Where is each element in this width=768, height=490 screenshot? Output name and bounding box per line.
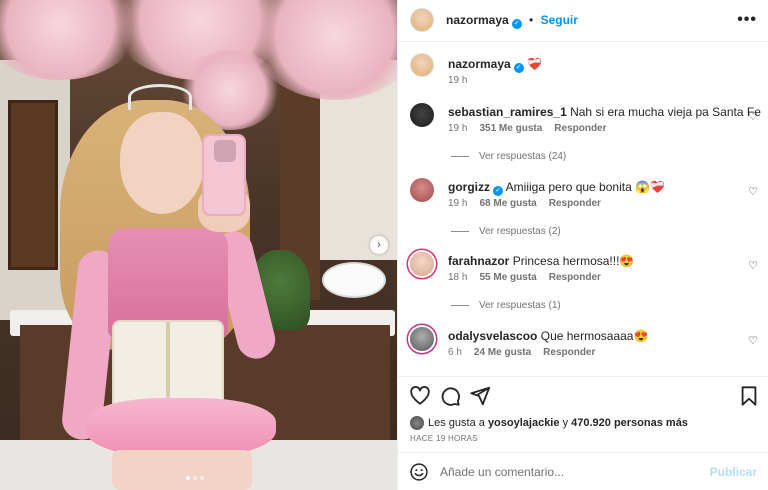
comment-input[interactable] (440, 463, 700, 481)
comment-item: sebastian_ramires_1 Nah si era mucha vie… (398, 101, 768, 171)
next-image-button[interactable]: › (370, 236, 388, 254)
comment-meta: 19 h 351 Me gusta Responder (448, 123, 619, 134)
photo-person-skirt (86, 398, 276, 458)
author-avatar[interactable] (410, 53, 434, 77)
post-actions-bar (398, 376, 768, 414)
commenter-avatar[interactable] (410, 252, 434, 276)
comment-body: Amiiiga pero que bonita 😱❤️‍🩹 (505, 180, 665, 194)
photo-sink (322, 262, 386, 298)
comment-meta: 18 h 55 Me gusta Responder (448, 272, 613, 283)
follow-button[interactable]: Seguir (541, 13, 578, 27)
comment-text: farahnazor Princesa hermosa!!!😍 (448, 254, 738, 269)
like-comment-heart-icon[interactable]: ♡ (747, 260, 759, 272)
comment-username[interactable]: sebastian_ramires_1 (448, 105, 567, 119)
share-send-icon[interactable] (469, 385, 491, 407)
comment-username[interactable]: farahnazor (448, 254, 509, 268)
chevron-right-icon: › (377, 239, 381, 251)
photo-corset-lacing (166, 322, 170, 410)
comment-meta: 6 h 24 Me gusta Responder (448, 347, 607, 358)
photo-person-legs (112, 450, 252, 490)
reply-button[interactable]: Responder (549, 198, 601, 209)
commenter-avatar[interactable] (410, 103, 434, 127)
comment-likes[interactable]: 351 Me gusta (479, 123, 542, 134)
replies-line (451, 231, 469, 232)
post-side-panel: nazormaya ✓ • Seguir ••• nazormaya ✓ ❤️‍🩹 … (397, 0, 768, 490)
carousel-dot (200, 476, 204, 480)
caption-emoji: ❤️‍🩹 (527, 57, 542, 71)
caption-item: nazormaya ✓ ❤️‍🩹 19 h (398, 53, 768, 93)
comment-time[interactable]: 18 h (448, 272, 467, 283)
view-replies-button[interactable]: Ver respuestas (2) (451, 226, 561, 237)
verified-badge-icon: ✓ (513, 63, 524, 73)
photo-tiara (128, 84, 192, 110)
comment-item: gorgizz ✓ Amiiiga pero que bonita 😱❤️‍🩹 1… (398, 176, 768, 246)
replies-line (451, 305, 469, 306)
likes-summary: Les gusta a yosoylajackie y 470.920 pers… (410, 416, 688, 430)
comment-item: farahnazor Princesa hermosa!!!😍 18 h 55 M… (398, 250, 768, 320)
comment-time[interactable]: 19 h (448, 123, 467, 134)
separator-dot: • (529, 13, 534, 27)
author-line: nazormaya ✓ • Seguir (446, 13, 578, 29)
post-timestamp[interactable]: HACE 19 HORAS (410, 434, 478, 443)
comment-likes[interactable]: 68 Me gusta (479, 198, 536, 209)
post-header: nazormaya ✓ • Seguir ••• (398, 0, 768, 42)
save-bookmark-icon[interactable] (738, 385, 760, 407)
liker-avatar[interactable] (410, 416, 424, 430)
comment-likes[interactable]: 24 Me gusta (474, 347, 531, 358)
comment-text: sebastian_ramires_1 Nah si era mucha vie… (448, 105, 761, 120)
commenter-avatar[interactable] (410, 327, 434, 351)
carousel-dot (186, 476, 190, 480)
verified-badge-icon: ✓ (511, 19, 522, 29)
comment-likes[interactable]: 55 Me gusta (479, 272, 536, 283)
comment-body: Princesa hermosa!!!😍 (512, 254, 635, 268)
comment-text: gorgizz ✓ Amiiiga pero que bonita 😱❤️‍🩹 (448, 180, 738, 196)
author-username[interactable]: nazormaya (446, 13, 509, 27)
reply-button[interactable]: Responder (549, 272, 601, 283)
emoji-smiley-icon[interactable] (409, 462, 429, 482)
photo-person-face (120, 112, 204, 214)
commenter-avatar[interactable] (410, 178, 434, 202)
caption-time: 19 h (448, 75, 468, 86)
reply-button[interactable]: Responder (554, 123, 606, 134)
post-media[interactable]: › (0, 0, 397, 490)
photo-phone-camera (214, 140, 236, 162)
liker-username[interactable]: yosoylajackie (488, 417, 560, 429)
add-comment-bar: Publicar (398, 452, 768, 490)
view-replies-button[interactable]: Ver respuestas (24) (451, 151, 566, 162)
carousel-dot (193, 476, 197, 480)
view-replies-button[interactable]: Ver respuestas (1) (451, 300, 561, 311)
comment-meta: 19 h 68 Me gusta Responder (448, 198, 613, 209)
reply-button[interactable]: Responder (543, 347, 595, 358)
publish-button[interactable]: Publicar (710, 465, 757, 479)
comment-bubble-icon[interactable] (439, 385, 461, 407)
more-options-icon[interactable]: ••• (737, 11, 757, 29)
verified-badge-icon: ✓ (493, 186, 503, 196)
caption-text: nazormaya ✓ ❤️‍🩹 (448, 57, 738, 73)
like-comment-heart-icon[interactable]: ♡ (747, 186, 759, 198)
like-comment-heart-icon[interactable]: ♡ (747, 335, 759, 347)
comments-list[interactable]: nazormaya ✓ ❤️‍🩹 19 h sebastian_ramires_1… (398, 43, 768, 375)
photo-door (8, 100, 58, 270)
comment-text: odalysvelascoo Que hermosaaaa😍 (448, 329, 738, 344)
comment-item: odalysvelascoo Que hermosaaaa😍 6 h 24 Me … (398, 325, 768, 371)
author-avatar[interactable] (410, 8, 434, 32)
comment-username[interactable]: odalysvelascoo (448, 329, 537, 343)
likes-count[interactable]: 470.920 personas más (571, 417, 688, 429)
comment-body: Nah si era mucha vieja pa Santa Fe (570, 105, 761, 119)
comment-username[interactable]: gorgizz (448, 180, 490, 194)
comment-time[interactable]: 19 h (448, 198, 467, 209)
comment-body: Que hermosaaaa😍 (540, 329, 649, 343)
like-comment-heart-icon[interactable]: ♡ (747, 111, 759, 123)
replies-line (451, 156, 469, 157)
comment-time[interactable]: 6 h (448, 347, 462, 358)
caption-username[interactable]: nazormaya (448, 57, 511, 71)
like-heart-icon[interactable] (409, 385, 431, 407)
carousel-indicator (186, 476, 204, 480)
